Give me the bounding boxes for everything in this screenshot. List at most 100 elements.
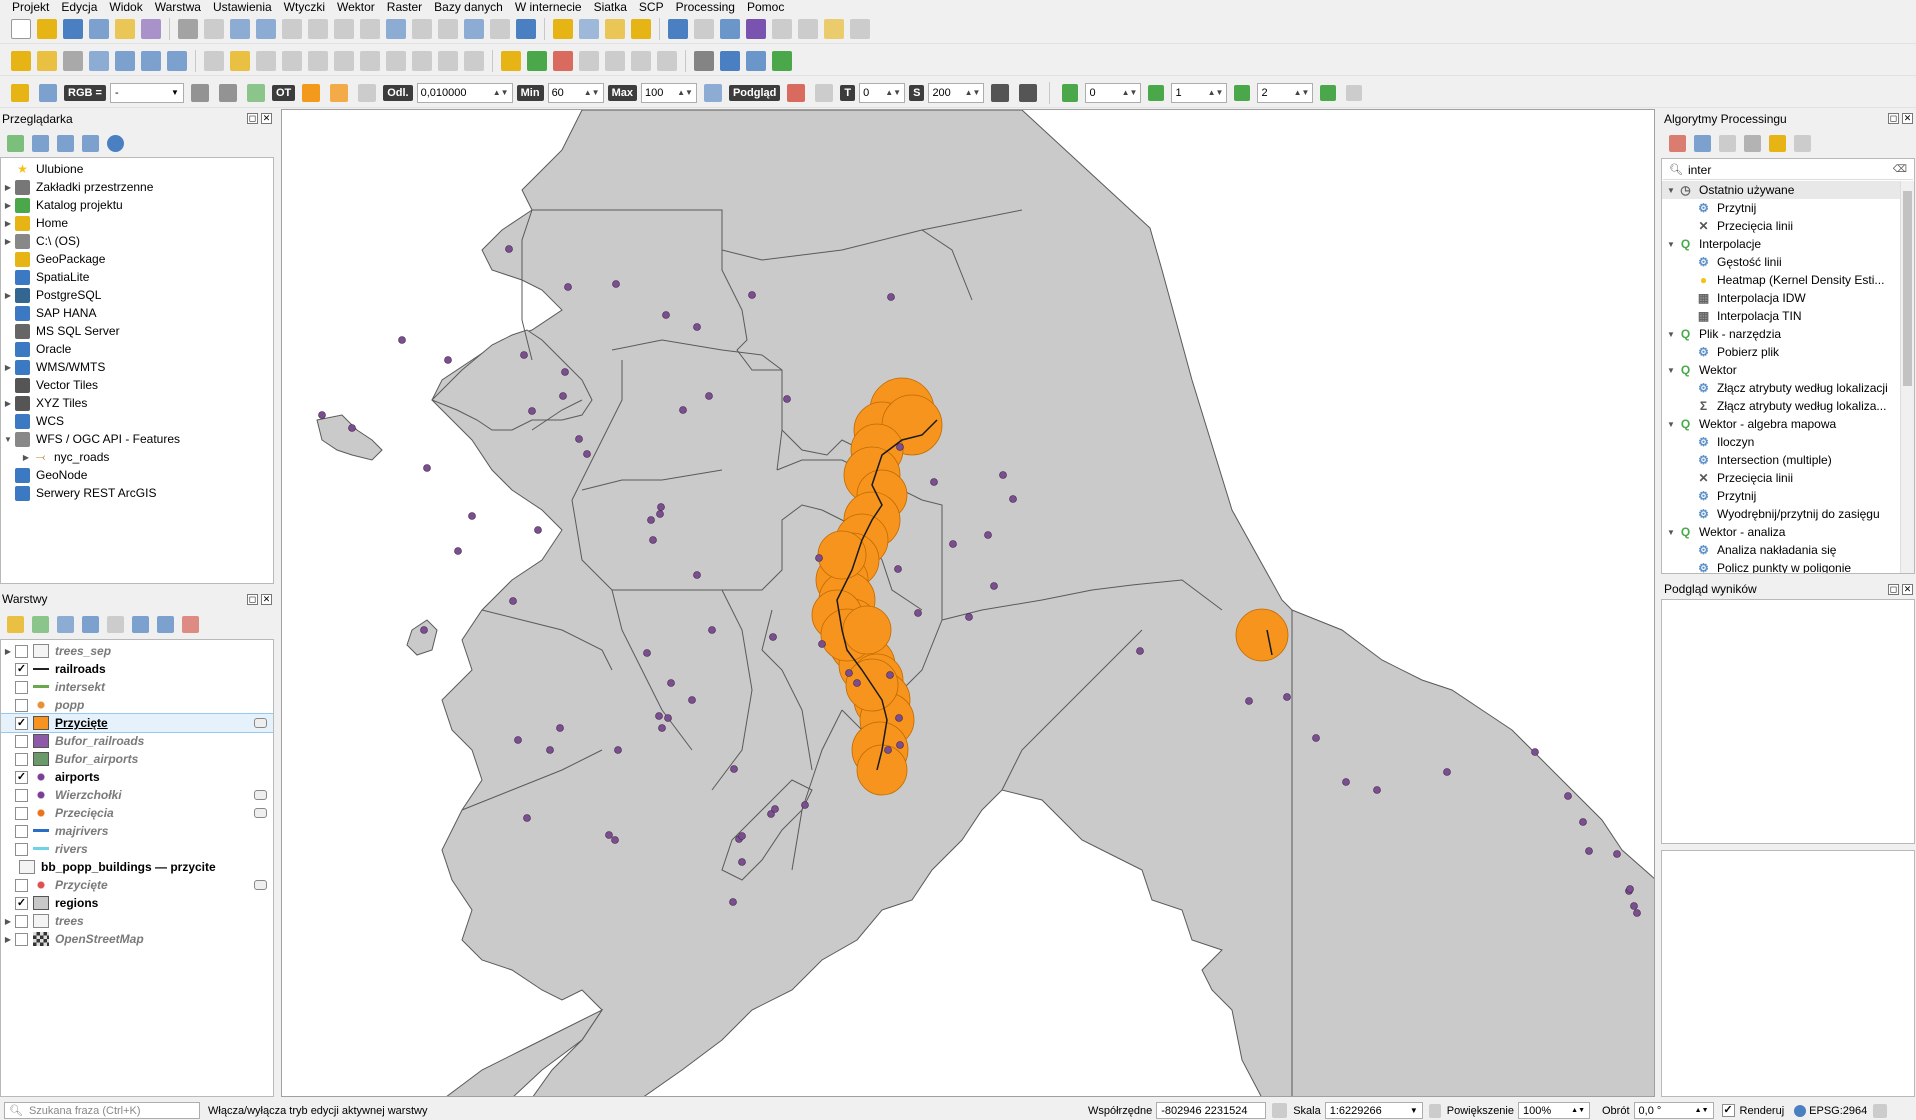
pan-to-selection-icon[interactable] bbox=[204, 18, 224, 39]
expand-all-icon[interactable] bbox=[132, 615, 149, 633]
rotation-spinbox[interactable]: 0,0 ° ▲▼ bbox=[1633, 1102, 1714, 1119]
add-group-icon[interactable] bbox=[32, 615, 49, 633]
layer-visibility-checkbox[interactable] bbox=[15, 932, 28, 946]
float-panel-icon[interactable]: ◻ bbox=[1888, 584, 1899, 595]
menu-scp[interactable]: SCP bbox=[633, 0, 670, 14]
layer-row[interactable]: ✓ regions bbox=[1, 894, 273, 912]
podglad-label[interactable]: Podgląd bbox=[728, 84, 781, 101]
chevron-right-icon[interactable]: ▶ bbox=[1, 219, 15, 228]
s-spinbox[interactable]: 200 ▲▼ bbox=[928, 82, 985, 103]
browser-item[interactable]: ▼ WFS / OGC API - Features bbox=[1, 430, 273, 448]
scp-kml-icon[interactable] bbox=[1019, 83, 1038, 102]
layer-visibility-checkbox[interactable] bbox=[15, 824, 28, 838]
toggle-editing-icon[interactable] bbox=[230, 50, 250, 71]
chevron-right-icon[interactable]: ▶ bbox=[1, 399, 15, 408]
georeferencer-icon[interactable] bbox=[772, 50, 792, 71]
select-features-icon[interactable] bbox=[553, 18, 573, 39]
zoom-layer-icon[interactable] bbox=[360, 18, 380, 39]
crs-button[interactable]: EPSG:2964 bbox=[1794, 1104, 1867, 1117]
processing-algorithm[interactable]: Σ Złącz atrybuty według lokaliza... bbox=[1662, 397, 1900, 415]
processing-algorithm[interactable]: ✕ Przecięcia linii bbox=[1662, 217, 1900, 235]
layer-row[interactable]: ✓ airports bbox=[1, 768, 273, 786]
scp-tool-a-icon[interactable] bbox=[190, 83, 209, 102]
zoom-selection-icon[interactable] bbox=[334, 18, 354, 39]
layer-visibility-checkbox[interactable] bbox=[15, 734, 28, 748]
save-edits-icon[interactable] bbox=[256, 50, 276, 71]
label-move-icon[interactable] bbox=[579, 50, 599, 71]
new-map-view-icon[interactable] bbox=[464, 18, 484, 39]
layer-row[interactable]: Przycięte bbox=[1, 876, 273, 894]
layer-visibility-checkbox[interactable] bbox=[15, 644, 28, 658]
add-vector-layer-icon[interactable] bbox=[63, 50, 83, 71]
map-tips-icon[interactable] bbox=[824, 18, 844, 39]
add-mesh-layer-icon[interactable] bbox=[115, 50, 135, 71]
layer-styling-icon[interactable] bbox=[7, 615, 24, 633]
collapse-all-icon[interactable] bbox=[157, 615, 174, 633]
chevron-right-icon[interactable]: ▶ bbox=[1, 201, 15, 210]
chevron-right-icon[interactable]: ▶ bbox=[1, 917, 15, 926]
label-highlight-icon[interactable] bbox=[553, 50, 573, 71]
band-a-spinbox[interactable]: 0 ▲▼ bbox=[1085, 82, 1142, 103]
identify-icon[interactable] bbox=[668, 18, 688, 39]
scp-database-icon[interactable] bbox=[991, 83, 1010, 102]
plugin-icon[interactable] bbox=[694, 50, 714, 71]
menu-w-internecie[interactable]: W internecie bbox=[509, 0, 588, 14]
add-feature-icon[interactable] bbox=[282, 50, 302, 71]
chevron-right-icon[interactable]: ▶ bbox=[1, 363, 15, 372]
scp-table-icon[interactable] bbox=[1346, 84, 1363, 101]
menu-siatka[interactable]: Siatka bbox=[588, 0, 633, 14]
processing-algorithm[interactable]: ● Heatmap (Kernel Density Esti... bbox=[1662, 271, 1900, 289]
layer-row[interactable]: ✓ Przycięte bbox=[1, 713, 273, 733]
browser-item[interactable]: ▶ Zakładki przestrzenne bbox=[1, 178, 273, 196]
scp-color-icon[interactable] bbox=[787, 83, 806, 102]
layer-visibility-checkbox[interactable] bbox=[15, 680, 28, 694]
label-tool-icon[interactable] bbox=[501, 50, 521, 71]
browser-item[interactable]: SAP HANA bbox=[1, 304, 273, 322]
processing-algorithm[interactable]: ✕ Przecięcia linii bbox=[1662, 469, 1900, 487]
close-panel-icon[interactable]: ✕ bbox=[261, 594, 272, 605]
scp-roi-add-icon[interactable] bbox=[330, 83, 349, 102]
processing-toolbox-icon[interactable] bbox=[720, 18, 740, 39]
lock-scale-icon[interactable] bbox=[1428, 1103, 1441, 1118]
browser-item[interactable]: Vector Tiles bbox=[1, 376, 273, 394]
browser-item[interactable]: MS SQL Server bbox=[1, 322, 273, 340]
browser-item[interactable]: ★ Ulubione bbox=[1, 160, 273, 178]
chevron-down-icon[interactable]: ▼ bbox=[1664, 330, 1678, 339]
scp-next-icon[interactable] bbox=[1234, 84, 1251, 101]
zoom-native-icon[interactable] bbox=[386, 18, 406, 39]
redo-icon[interactable] bbox=[464, 50, 484, 71]
browser-item[interactable]: Serwery REST ArcGIS bbox=[1, 484, 273, 502]
zoom-rubberband-icon[interactable] bbox=[282, 18, 302, 39]
menu-widok[interactable]: Widok bbox=[103, 0, 148, 14]
add-raster-layer-icon[interactable] bbox=[89, 50, 109, 71]
menu-bazy-danych[interactable]: Bazy danych bbox=[428, 0, 509, 14]
delete-selected-icon[interactable] bbox=[334, 50, 354, 71]
layer-row[interactable]: bb_popp_buildings — przycite bbox=[1, 858, 273, 876]
zoom-next-icon[interactable] bbox=[438, 18, 458, 39]
chevron-down-icon[interactable]: ▼ bbox=[1664, 528, 1678, 537]
scp-tool-c-icon[interactable] bbox=[246, 83, 265, 102]
browser-item[interactable]: SpatiaLite bbox=[1, 268, 273, 286]
filter-expression-icon[interactable] bbox=[107, 615, 124, 633]
filter-icon[interactable] bbox=[57, 134, 74, 152]
layer-visibility-checkbox[interactable] bbox=[15, 878, 28, 892]
new-geopackage-layer-icon[interactable] bbox=[37, 50, 57, 71]
annotation-icon[interactable] bbox=[850, 18, 870, 39]
zoom-out-icon[interactable] bbox=[256, 18, 276, 39]
chevron-right-icon[interactable]: ▶ bbox=[19, 453, 33, 462]
zoom-last-icon[interactable] bbox=[412, 18, 432, 39]
scp-home-icon[interactable] bbox=[11, 83, 29, 102]
layer-visibility-checkbox[interactable]: ✓ bbox=[15, 770, 28, 784]
processing-search-box[interactable]: 🔍︎ inter ⌫ bbox=[1663, 160, 1913, 180]
chevron-right-icon[interactable]: ▶ bbox=[1, 291, 15, 300]
scp-tool-b-icon[interactable] bbox=[218, 83, 237, 102]
float-panel-icon[interactable]: ◻ bbox=[247, 113, 258, 124]
layer-row[interactable]: ✓ railroads bbox=[1, 660, 273, 678]
menu-warstwa[interactable]: Warstwa bbox=[149, 0, 207, 14]
layer-row[interactable]: Przecięcia bbox=[1, 804, 273, 822]
refresh-icon[interactable] bbox=[32, 134, 49, 152]
layer-visibility-checkbox[interactable]: ✓ bbox=[15, 662, 28, 676]
layer-row[interactable]: ▶ trees bbox=[1, 912, 273, 930]
browser-item[interactable]: Oracle bbox=[1, 340, 273, 358]
ot-label[interactable]: OT bbox=[271, 84, 296, 101]
